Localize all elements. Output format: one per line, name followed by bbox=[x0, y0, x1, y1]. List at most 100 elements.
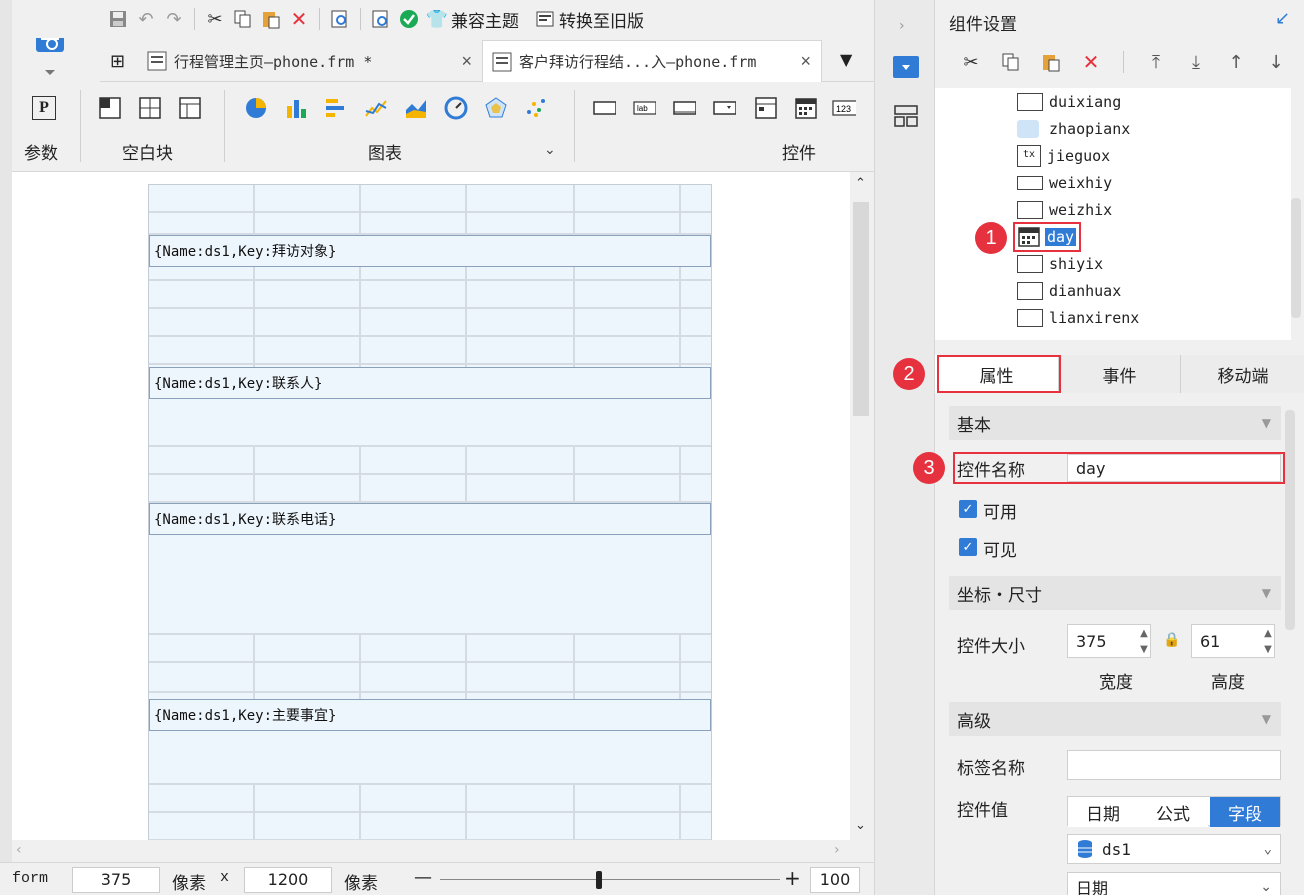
copy-icon[interactable] bbox=[997, 48, 1025, 76]
paste-icon[interactable] bbox=[257, 5, 285, 33]
tree-item[interactable]: zhaopianx bbox=[1017, 118, 1130, 140]
textbox-widget-icon[interactable] bbox=[672, 96, 696, 120]
frame-block-icon[interactable] bbox=[178, 96, 202, 120]
date-widget-icon[interactable] bbox=[794, 96, 818, 120]
field-main-matter[interactable]: {Name:ds1,Key:主要事宜} bbox=[149, 699, 711, 731]
tree-item[interactable]: duixiang bbox=[1017, 91, 1121, 113]
width-stepper[interactable]: ▲ ▼ bbox=[1137, 625, 1151, 657]
move-bottom-icon[interactable]: ⤓ bbox=[1182, 48, 1210, 76]
tab-visit-phone[interactable]: 客户拜访行程结...入—phone.frm × bbox=[482, 40, 822, 82]
canvas-horizontal-scrollbar[interactable]: ‹ › bbox=[12, 840, 850, 862]
design-canvas[interactable]: {Name:ds1,Key:拜访对象} {Name:ds1,Key:联系人} {… bbox=[12, 172, 850, 840]
tree-scrollbar[interactable] bbox=[1291, 198, 1301, 318]
tab-close-icon[interactable]: × bbox=[800, 51, 811, 72]
tree-item[interactable]: tx jieguox bbox=[1017, 145, 1110, 167]
height-input[interactable]: 1200 bbox=[244, 867, 332, 893]
canvas-vertical-scrollbar[interactable]: ⌃ ⌄ bbox=[850, 172, 874, 840]
tree-item[interactable]: lianxirenx bbox=[1017, 307, 1139, 329]
undo-icon[interactable]: ↶ bbox=[132, 5, 160, 33]
section-basic[interactable]: 基本 ▼ bbox=[949, 406, 1281, 440]
mode-field[interactable]: 字段 bbox=[1210, 797, 1280, 827]
zoom-slider-thumb[interactable] bbox=[596, 871, 602, 889]
check-icon[interactable] bbox=[395, 5, 423, 33]
lock-icon[interactable]: 🔒 bbox=[1163, 632, 1180, 648]
check-template-icon[interactable] bbox=[367, 5, 395, 33]
field-phone[interactable]: {Name:ds1,Key:联系电话} bbox=[149, 503, 711, 535]
absolute-block-icon[interactable] bbox=[98, 96, 122, 120]
layout-icon[interactable]: ⊞ bbox=[110, 51, 125, 72]
tree-item[interactable]: weixhiy bbox=[1017, 172, 1112, 194]
combo-widget-icon[interactable] bbox=[712, 96, 736, 120]
scroll-right-icon[interactable]: › bbox=[834, 842, 840, 858]
lab-widget-icon[interactable]: lab bbox=[632, 96, 656, 120]
height-stepper[interactable]: ▲ ▼ bbox=[1261, 625, 1275, 657]
delete-icon[interactable]: ✕ bbox=[285, 5, 313, 33]
gauge-chart-icon[interactable] bbox=[444, 96, 468, 120]
section-advanced[interactable]: 高级 ▼ bbox=[949, 702, 1281, 736]
textbox-icon bbox=[1017, 93, 1043, 111]
preview-icon[interactable] bbox=[326, 5, 354, 33]
delete-icon[interactable]: ✕ bbox=[1077, 48, 1105, 76]
tab-home-phone[interactable]: 行程管理主页—phone.frm * × bbox=[138, 40, 482, 82]
zoom-out-button[interactable]: — bbox=[414, 867, 432, 888]
tab-events[interactable]: 事件 bbox=[1059, 355, 1181, 393]
dataset-select[interactable]: ds1 ⌄ bbox=[1067, 834, 1281, 864]
pie-chart-icon[interactable] bbox=[244, 96, 268, 120]
pin-icon[interactable]: ↙ bbox=[1275, 8, 1290, 29]
save-icon[interactable] bbox=[104, 5, 132, 33]
tab-mobile[interactable]: 移动端 bbox=[1181, 355, 1304, 393]
dock-collapse-icon[interactable]: › bbox=[899, 18, 905, 34]
area-chart-icon[interactable] bbox=[404, 96, 428, 120]
scatter-chart-icon[interactable] bbox=[524, 96, 548, 120]
enabled-checkbox[interactable]: ✓ bbox=[959, 500, 977, 518]
tree-item-label: shiyix bbox=[1049, 255, 1104, 273]
tree-widget-icon[interactable] bbox=[754, 96, 778, 120]
move-top-icon[interactable]: ⤒ bbox=[1142, 48, 1170, 76]
widget-settings-dock-button[interactable] bbox=[893, 56, 919, 78]
zoom-in-button[interactable]: + bbox=[784, 866, 801, 890]
scroll-left-icon[interactable]: ‹ bbox=[16, 842, 22, 858]
line-chart-icon[interactable] bbox=[364, 96, 388, 120]
tree-item[interactable]: shiyix bbox=[1017, 253, 1103, 275]
paste-icon[interactable] bbox=[1037, 48, 1065, 76]
redo-icon[interactable]: ↷ bbox=[160, 5, 188, 33]
convert-old-button[interactable]: 转换至旧版 bbox=[559, 7, 644, 32]
visible-checkbox[interactable]: ✓ bbox=[959, 538, 977, 556]
hbar-chart-icon[interactable] bbox=[324, 96, 348, 120]
scroll-thumb[interactable] bbox=[853, 202, 869, 416]
mobile-form[interactable]: {Name:ds1,Key:拜访对象} {Name:ds1,Key:联系人} {… bbox=[148, 184, 712, 840]
radar-chart-icon[interactable] bbox=[484, 96, 508, 120]
parameter-icon[interactable]: P bbox=[32, 96, 56, 120]
cut-icon[interactable]: ✂ bbox=[201, 5, 229, 33]
mode-formula[interactable]: 公式 bbox=[1138, 797, 1208, 827]
layout-panel-icon bbox=[894, 105, 918, 127]
move-down-icon[interactable]: ↓ bbox=[1262, 48, 1290, 76]
scroll-down-icon[interactable]: ⌄ bbox=[855, 818, 866, 833]
layout-dock-button[interactable] bbox=[893, 104, 919, 132]
bar-chart-icon[interactable] bbox=[284, 96, 308, 120]
zoom-input[interactable]: 100 bbox=[810, 867, 860, 893]
tag-name-input[interactable] bbox=[1067, 750, 1281, 780]
number-widget-icon[interactable]: 123 bbox=[832, 96, 856, 120]
tree-item[interactable]: weizhix bbox=[1017, 199, 1112, 221]
mode-date[interactable]: 日期 bbox=[1068, 797, 1138, 827]
textbox-icon bbox=[1017, 201, 1043, 219]
compat-theme-button[interactable]: 兼容主题 bbox=[451, 7, 519, 32]
label-widget-icon[interactable] bbox=[592, 96, 616, 120]
chart-expand-icon[interactable]: ⌄ bbox=[544, 142, 556, 158]
tab-close-icon[interactable]: × bbox=[461, 51, 472, 72]
panel-scrollbar[interactable] bbox=[1285, 410, 1295, 630]
section-geometry[interactable]: 坐标・尺寸 ▼ bbox=[949, 576, 1281, 610]
field-select[interactable]: 日期 ⌄ bbox=[1067, 872, 1281, 895]
copy-icon[interactable] bbox=[229, 5, 257, 33]
scroll-up-icon[interactable]: ⌃ bbox=[855, 176, 866, 191]
cut-icon[interactable]: ✂ bbox=[957, 48, 985, 76]
width-input[interactable]: 375 bbox=[72, 867, 160, 893]
field-contact[interactable]: {Name:ds1,Key:联系人} bbox=[149, 367, 711, 399]
zoom-slider-track[interactable] bbox=[440, 879, 780, 880]
tab-block-icon[interactable] bbox=[138, 96, 162, 120]
field-visit-target[interactable]: {Name:ds1,Key:拜访对象} bbox=[149, 235, 711, 267]
tree-item[interactable]: dianhuax bbox=[1017, 280, 1121, 302]
tab-menu-icon[interactable]: ▼ bbox=[840, 50, 852, 69]
move-up-icon[interactable]: ↑ bbox=[1222, 48, 1250, 76]
